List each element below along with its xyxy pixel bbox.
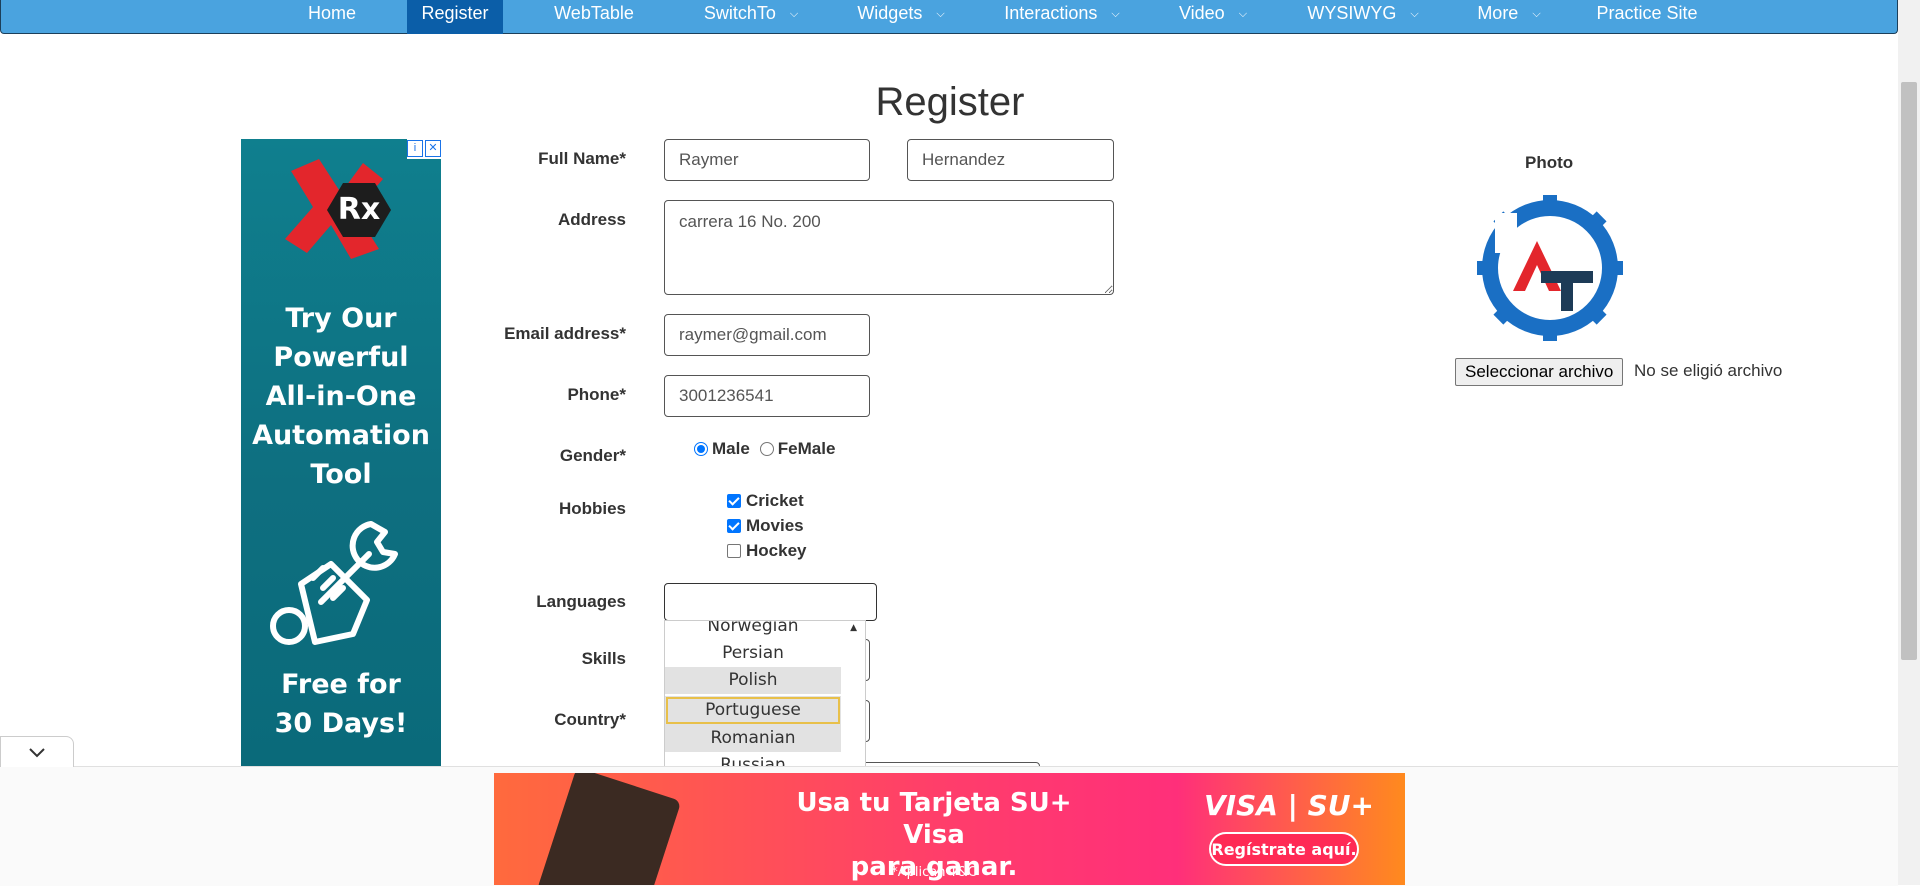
headline-line: Powerful [273,342,409,373]
nav-item-home[interactable]: Home [299,0,365,34]
country-label: Country* [554,710,626,729]
languages-dropdown-list[interactable]: ▲ Norwegian Persian Polish Portuguese Ro… [664,620,866,768]
chevron-down-icon: ⌵ [1238,8,1248,20]
nav-item-interactions[interactable]: Interactions ⌵ [997,0,1127,34]
register-here-button[interactable]: Regístrate aquí. [1209,832,1359,866]
file-status-text: No se eligió archivo [1634,361,1783,380]
top-navigation-bar: Home Register WebTable SwitchTo ⌵ Widgets… [0,0,1898,34]
ad-footer: Free for 30 Days! [241,665,441,743]
hockey-label: Hockey [746,541,807,560]
female-radio[interactable] [759,442,774,456]
nav-label: More [1477,3,1519,23]
languages-label: Languages [536,592,626,611]
visa-su-logo: VISA | SU+ [1203,789,1374,822]
logo-text: Rx [338,192,380,227]
footer-line: Free for [281,669,401,700]
phone-input[interactable]: 3001236541 [664,375,870,417]
page-title: Register [875,80,1025,124]
nav-item-switchto[interactable]: SwitchTo ⌵ [691,0,811,34]
headline-line: Try Our [285,303,397,334]
language-option[interactable]: Persian [665,640,841,667]
nav-label: SwitchTo [703,3,776,23]
address-textarea[interactable]: carrera 16 No. 200 [664,200,1114,295]
cricket-label: Cricket [746,491,804,510]
movies-checkbox[interactable] [727,519,741,533]
gear-logo-icon [1477,195,1623,341]
nav-item-video[interactable]: Video ⌵ [1171,0,1255,34]
phone-label: Phone* [567,385,626,404]
scroll-up-icon[interactable]: ▲ [850,623,857,633]
headline-line: Automation [252,420,430,451]
language-option[interactable]: Polish [665,667,841,694]
full-name-label: Full Name* [538,149,626,168]
nav-label: Interactions [1004,3,1098,23]
nav-item-register[interactable]: Register [407,0,503,34]
hobbies-label: Hobbies [558,499,626,518]
hobby-movies: Movies [727,516,804,536]
male-radio[interactable] [694,442,708,456]
nav-item-widgets[interactable]: Widgets ⌵ [847,0,955,34]
ad-headline: Try Our Powerful All-in-One Automation T… [241,299,441,494]
chevron-down-icon [29,748,45,758]
nav-label: WebTable [554,3,634,23]
language-option-focused[interactable]: Portuguese [665,696,841,725]
left-advertisement[interactable]: i ✕ Rx Try Our Powerful All-in-One Autom… [241,139,441,769]
address-label: Address [557,210,626,229]
languages-input[interactable] [664,583,877,621]
nav-item-wysiwyg[interactable]: WYSIWYG ⌵ [1301,0,1425,34]
nav-item-webtable[interactable]: WebTable [541,0,647,34]
movies-label: Movies [746,516,804,535]
female-label: FeMale [777,439,836,458]
hobby-hockey: Hockey [727,541,806,561]
photo-label: Photo [1525,153,1574,172]
nav-item-more[interactable]: More ⌵ [1467,0,1551,34]
chevron-down-icon: ⌵ [1532,8,1541,20]
language-option[interactable]: Romanian [665,725,841,752]
first-name-input[interactable]: Raymer [664,139,870,181]
headline-line: All-in-One [265,381,417,412]
footer-line: 30 Days! [274,708,408,739]
nav-label: Widgets [857,3,923,23]
bottom-advertisement[interactable]: Usa tu Tarjeta SU+ Visa para ganar. *Apl… [494,773,1405,885]
male-label: Male [712,439,750,458]
chevron-down-icon: ⌵ [1111,8,1120,20]
chevron-down-icon: ⌵ [936,8,945,20]
credit-card-image [536,773,682,885]
language-option[interactable]: Norwegian [665,621,841,640]
hobby-cricket: Cricket [727,491,804,511]
rx-logo-icon: Rx [285,159,391,259]
page-scrollbar[interactable] [1898,0,1920,885]
nav-label: Home [307,3,356,23]
collapse-ad-button[interactable] [0,736,74,767]
headline-line: Usa tu Tarjeta SU+ Visa [796,788,1072,850]
email-label: Email address* [504,324,626,343]
wrench-hand-icon [270,521,398,645]
nav-label: Register [421,3,489,23]
hockey-checkbox[interactable] [727,544,741,558]
nav-label: Video [1178,3,1225,23]
nav-item-practice-site[interactable]: Practice Site [1591,0,1703,34]
last-name-input[interactable]: Hernandez [907,139,1114,181]
cricket-checkbox[interactable] [727,494,741,508]
gender-label: Gender* [559,446,626,465]
skills-label: Skills [581,649,626,668]
chevron-down-icon: ⌵ [789,8,799,20]
headline-line: Tool [310,459,372,490]
choose-file-button[interactable]: Seleccionar archivo [1455,358,1624,386]
chevron-down-icon: ⌵ [1410,8,1419,20]
nav-label: Practice Site [1596,3,1698,23]
bottom-ad-footnote: *Aplican T&C [891,865,977,880]
gender-options: Male FeMale [694,439,835,459]
nav-label: WYSIWYG [1307,3,1397,23]
email-input[interactable]: raymer@gmail.com [664,314,870,356]
scrollbar-thumb[interactable] [1901,82,1917,660]
